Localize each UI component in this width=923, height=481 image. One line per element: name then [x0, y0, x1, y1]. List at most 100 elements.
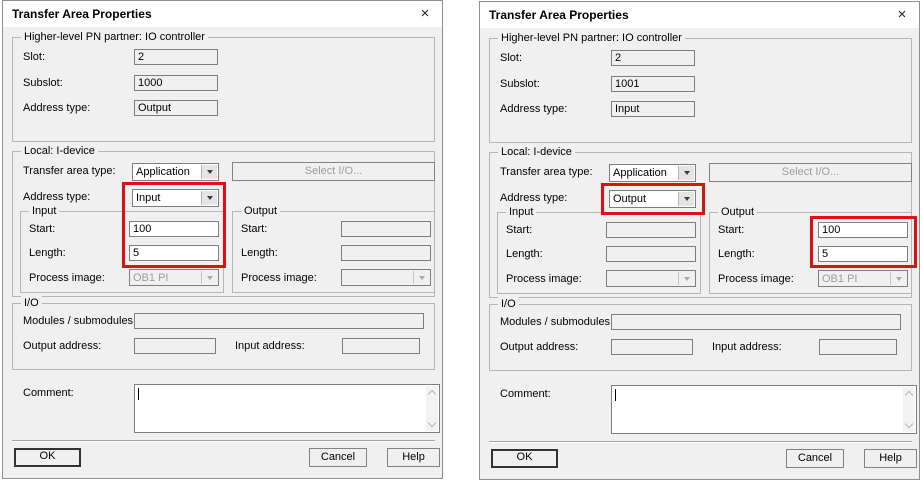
chevron-down-icon[interactable] — [201, 165, 217, 179]
subslot-label: Subslot: — [500, 78, 540, 90]
subslot-label: Subslot: — [23, 77, 63, 89]
output-process-image-select — [341, 269, 431, 286]
input-start-field — [606, 222, 696, 238]
comment-label: Comment: — [500, 388, 551, 400]
help-button[interactable]: Help — [864, 449, 917, 468]
chevron-down-icon[interactable] — [201, 191, 217, 205]
transfer-area-type-label: Transfer area type: — [500, 166, 593, 178]
output-length-label: Length: — [241, 247, 278, 259]
titlebar[interactable]: Transfer Area Properties × — [3, 1, 442, 27]
transfer-area-properties-dialog-left: Transfer Area Properties × Higher-level … — [2, 0, 443, 479]
output-start-field[interactable]: 100 — [818, 222, 908, 238]
dialog-title: Transfer Area Properties — [489, 8, 629, 22]
output-start-label: Start: — [718, 224, 745, 236]
modules-submodules-label: Modules / submodules: — [23, 315, 137, 327]
ok-button[interactable]: OK — [14, 448, 81, 467]
separator — [12, 440, 435, 442]
group-label: Local: I-device — [21, 144, 98, 158]
comment-scrollbar[interactable] — [426, 386, 438, 431]
chevron-down-icon[interactable] — [678, 192, 694, 206]
input-process-image-label: Process image: — [506, 273, 582, 285]
local-address-type-label: Address type: — [500, 192, 568, 204]
input-length-field — [606, 246, 696, 262]
scroll-up-icon[interactable] — [904, 390, 914, 400]
modules-submodules-field — [134, 313, 424, 329]
transfer-area-type-select[interactable]: Application — [132, 163, 219, 181]
chevron-down-icon[interactable] — [678, 166, 694, 180]
chevron-down-icon — [201, 271, 217, 284]
subslot-field: 1000 — [134, 75, 218, 91]
chevron-down-icon — [890, 272, 906, 285]
text-caret — [615, 389, 616, 401]
group-label: Input — [506, 205, 537, 219]
partner-address-type-field: Output — [134, 100, 218, 116]
input-process-image-label: Process image: — [29, 272, 105, 284]
input-address-field — [342, 338, 420, 354]
input-start-label: Start: — [29, 223, 56, 235]
group-label: I/O — [21, 296, 42, 310]
scroll-down-icon[interactable] — [904, 419, 914, 429]
output-start-label: Start: — [241, 223, 268, 235]
chevron-down-icon — [413, 271, 429, 284]
text-caret — [138, 388, 139, 400]
comment-scrollbar[interactable] — [903, 387, 915, 432]
scroll-down-icon[interactable] — [427, 418, 437, 428]
group-label: I/O — [498, 297, 519, 311]
local-address-type-label: Address type: — [23, 191, 91, 203]
input-length-label: Length: — [29, 247, 66, 259]
close-icon[interactable]: × — [413, 4, 437, 24]
partner-address-type-label: Address type: — [23, 102, 91, 114]
output-length-field — [341, 245, 431, 261]
output-address-field — [611, 339, 693, 355]
cancel-button[interactable]: Cancel — [309, 448, 367, 467]
input-address-field — [819, 339, 897, 355]
local-address-type-select[interactable]: Input — [132, 189, 219, 207]
input-address-label: Input address: — [235, 340, 305, 352]
input-start-field[interactable]: 100 — [129, 221, 219, 237]
transfer-area-properties-dialog-right: Transfer Area Properties × Higher-level … — [479, 1, 920, 480]
cancel-button[interactable]: Cancel — [786, 449, 844, 468]
dialog-title: Transfer Area Properties — [12, 7, 152, 21]
group-label: Input — [29, 204, 60, 218]
output-address-label: Output address: — [23, 340, 102, 352]
group-label: Local: I-device — [498, 145, 575, 159]
transfer-area-type-select[interactable]: Application — [609, 164, 696, 182]
input-process-image-select — [606, 270, 696, 287]
local-address-type-value: Output — [613, 193, 647, 205]
group-higher-level-pn-partner: Higher-level PN partner: IO controller — [12, 30, 435, 142]
partner-address-type-field: Input — [611, 101, 695, 117]
transfer-area-type-value: Application — [613, 167, 667, 179]
slot-label: Slot: — [500, 52, 523, 64]
slot-label: Slot: — [23, 51, 46, 63]
transfer-area-type-label: Transfer area type: — [23, 165, 116, 177]
input-length-label: Length: — [506, 248, 543, 260]
input-length-field[interactable]: 5 — [129, 245, 219, 261]
comment-textarea[interactable] — [611, 385, 917, 434]
group-higher-level-pn-partner: Higher-level PN partner: IO controller — [489, 31, 912, 143]
scroll-up-icon[interactable] — [427, 389, 437, 399]
select-io-button: Select I/O... — [709, 163, 912, 182]
input-process-image-select: OB1 PI — [129, 269, 219, 286]
output-process-image-value: OB1 PI — [822, 273, 858, 285]
subslot-field: 1001 — [611, 76, 695, 92]
input-process-image-value: OB1 PI — [133, 272, 169, 284]
output-start-field — [341, 221, 431, 237]
partner-address-type-label: Address type: — [500, 103, 568, 115]
close-icon[interactable]: × — [890, 5, 914, 25]
titlebar[interactable]: Transfer Area Properties × — [480, 2, 919, 28]
ok-button[interactable]: OK — [491, 449, 558, 468]
output-length-field[interactable]: 5 — [818, 246, 908, 262]
comment-textarea[interactable] — [134, 384, 440, 433]
modules-submodules-label: Modules / submodules: — [500, 316, 614, 328]
comment-label: Comment: — [23, 387, 74, 399]
slot-field: 2 — [134, 49, 218, 65]
local-address-type-value: Input — [136, 192, 161, 204]
chevron-down-icon — [678, 272, 694, 285]
group-label: Output — [241, 204, 281, 218]
local-address-type-select[interactable]: Output — [609, 190, 696, 208]
help-button[interactable]: Help — [387, 448, 440, 467]
output-address-label: Output address: — [500, 341, 579, 353]
output-length-label: Length: — [718, 248, 755, 260]
screenshot-canvas: Transfer Area Properties × Higher-level … — [0, 0, 923, 481]
group-label: Higher-level PN partner: IO controller — [21, 30, 208, 44]
